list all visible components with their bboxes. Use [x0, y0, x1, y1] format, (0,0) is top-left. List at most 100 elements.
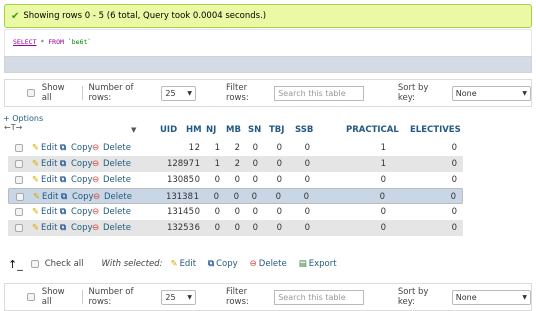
sort-arrow-icon[interactable]: ▼ [131, 126, 136, 134]
pencil-icon: ✎ [32, 159, 40, 169]
cell-electives: 0 [451, 175, 457, 185]
column-header-nj[interactable]: NJ [206, 125, 216, 135]
rows-count-label: Number of rows: [88, 287, 134, 307]
filter-rows-input[interactable]: Search this table [274, 85, 364, 101]
sort-key-label: Sort by key: [397, 83, 429, 103]
edit-link[interactable]: Edit [42, 192, 58, 202]
show-all-checkbox[interactable] [27, 293, 35, 301]
row-checkbox[interactable] [15, 176, 23, 184]
column-header-mb[interactable]: MB [226, 125, 241, 135]
copy-link[interactable]: Copy [72, 192, 94, 202]
cell-electives: 0 [451, 159, 457, 169]
cell-nj: 1 [214, 143, 220, 153]
cell-ssb: 0 [304, 223, 310, 233]
chevron-down-icon: ▼ [522, 293, 527, 301]
copy-icon: ⧉ [60, 223, 67, 233]
copy-link[interactable]: Copy [71, 175, 93, 185]
chevron-down-icon: ▼ [187, 89, 193, 97]
table-row[interactable]: ✎ Edit ⧉ Copy ⊖ Delete 13138 1 0 0 0 0 0 0 0 [8, 188, 463, 204]
cell-hm: 6 [194, 223, 200, 233]
success-text: Showing rows 0 - 5 (6 total, Query took … [23, 11, 267, 21]
cell-tbj: 0 [276, 207, 282, 217]
row-checkbox[interactable] [15, 224, 23, 232]
delete-link[interactable]: Delete [103, 207, 131, 217]
column-header-hm[interactable]: HM [186, 125, 202, 135]
cell-electives: 0 [451, 223, 457, 233]
bulk-export-button[interactable]: Export [309, 259, 337, 269]
cell-nj: 1 [214, 159, 220, 169]
column-header-sn[interactable]: SN [248, 125, 261, 135]
sort-key-select[interactable]: None ▼ [451, 85, 531, 101]
rows-count-select[interactable]: 25 ▼ [161, 85, 197, 101]
row-checkbox[interactable] [15, 208, 23, 216]
cell-tbj: 0 [275, 192, 281, 202]
cell-mb: 0 [234, 207, 240, 217]
column-header-ssb[interactable]: SSB [295, 125, 313, 135]
edit-link[interactable]: Edit [41, 143, 57, 153]
delete-link[interactable]: Delete [103, 223, 131, 233]
edit-link[interactable]: Edit [41, 175, 57, 185]
cell-practical: 1 [380, 159, 386, 169]
delete-icon: ⊖ [92, 207, 100, 217]
column-header-practical[interactable]: PRACTICAL [346, 125, 399, 135]
cell-nj: 0 [213, 192, 219, 202]
sql-from-keyword: FROM [48, 38, 64, 46]
table-row[interactable]: ✎ Edit ⧉ Copy ⊖ Delete 12897 1 1 2 0 0 0 1 0 [8, 156, 463, 172]
sql-select-keyword[interactable]: SELECT [13, 38, 36, 46]
cell-hm: 1 [193, 192, 199, 202]
column-header-tbj[interactable]: TBJ [269, 125, 284, 135]
chevron-down-icon: ▼ [187, 293, 193, 301]
table-row[interactable]: ✎ Edit ⧉ Copy ⊖ Delete 13145 0 0 0 0 0 0 0 0 [8, 204, 463, 220]
column-header-electives[interactable]: ELECTIVES [410, 125, 461, 135]
sql-table-name: `be6t` [67, 38, 92, 46]
cell-ssb: 0 [304, 159, 310, 169]
cell-electives: 0 [451, 143, 457, 153]
table-row[interactable]: ✎ Edit ⧉ Copy ⊖ Delete 13253 6 0 0 0 0 0 0 0 [8, 220, 463, 236]
copy-link[interactable]: Copy [71, 159, 93, 169]
sort-key-select[interactable]: None ▼ [451, 289, 531, 305]
cell-mb: 0 [234, 223, 240, 233]
check-all-checkbox[interactable] [30, 260, 39, 268]
edit-link[interactable]: Edit [41, 207, 57, 217]
cell-nj: 0 [214, 223, 220, 233]
copy-icon: ⧉ [61, 192, 68, 202]
cell-uid: 13085 [166, 175, 194, 185]
column-header-uid[interactable]: UID [160, 125, 177, 135]
table-row[interactable]: ✎ Edit ⧉ Copy ⊖ Delete 1 2 1 2 0 0 0 1 0 [8, 140, 463, 156]
row-checkbox[interactable] [15, 160, 23, 168]
rows-count-value: 25 [165, 88, 176, 98]
edit-link[interactable]: Edit [41, 223, 57, 233]
checkmark-icon: ✔ [11, 10, 20, 22]
cell-electives: 0 [450, 192, 456, 202]
delete-link[interactable]: Delete [103, 175, 131, 185]
cell-electives: 0 [451, 207, 457, 217]
cell-practical: 0 [380, 207, 386, 217]
delete-icon: ⊖ [93, 192, 101, 202]
cell-sn: 0 [252, 175, 258, 185]
delete-link[interactable]: Delete [103, 159, 131, 169]
copy-link[interactable]: Copy [71, 207, 93, 217]
delete-link[interactable]: Delete [103, 143, 131, 153]
row-checkbox[interactable] [15, 144, 23, 152]
cell-tbj: 0 [276, 143, 282, 153]
table-row[interactable]: ✎ Edit ⧉ Copy ⊖ Delete 13085 0 0 0 0 0 0 0 0 [8, 172, 463, 188]
with-selected-label: With selected: [101, 259, 163, 269]
show-all-checkbox[interactable] [27, 89, 35, 97]
row-checkbox[interactable] [16, 193, 24, 201]
rows-count-select[interactable]: 25 ▼ [161, 289, 197, 305]
options-link[interactable]: + Options [3, 114, 43, 123]
filter-rows-input[interactable]: Search this table [274, 289, 364, 305]
cell-ssb: 0 [304, 207, 310, 217]
copy-link[interactable]: Copy [71, 223, 93, 233]
edit-link[interactable]: Edit [41, 159, 57, 169]
pencil-icon: ✎ [33, 192, 41, 202]
delete-link[interactable]: Delete [104, 192, 132, 202]
bulk-copy-button[interactable]: Copy [216, 259, 238, 269]
arrow-up-icon: ↑_ [8, 257, 23, 271]
check-all-label[interactable]: Check all [45, 259, 84, 269]
cell-practical: 0 [380, 223, 386, 233]
copy-link[interactable]: Copy [71, 143, 93, 153]
bulk-delete-button[interactable]: Delete [259, 259, 287, 269]
bulk-edit-button[interactable]: Edit [180, 259, 196, 269]
delete-icon: ⊖ [92, 159, 100, 169]
